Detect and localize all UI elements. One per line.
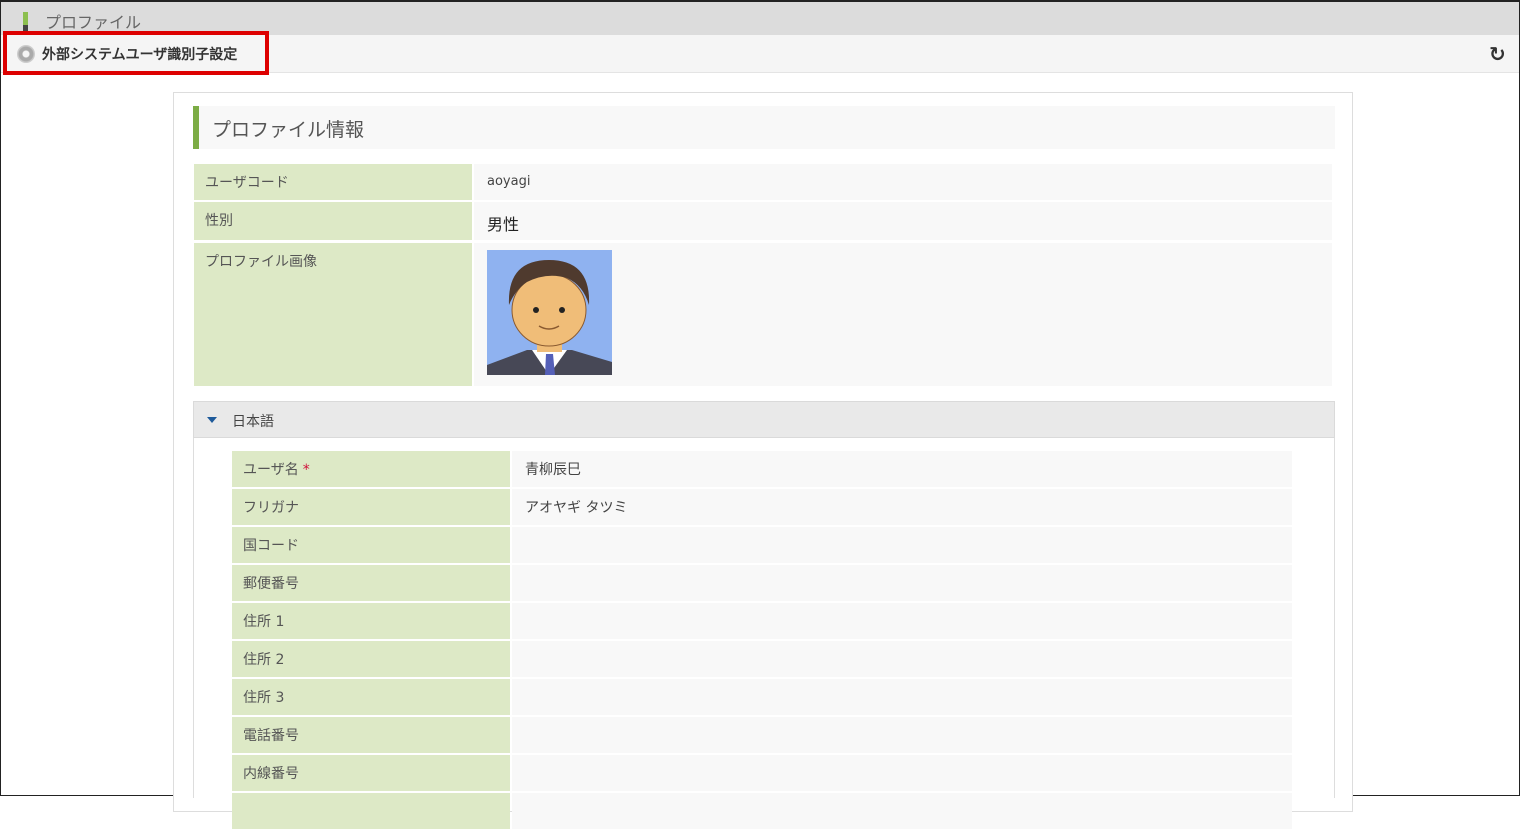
field-label-text: 電話番号	[243, 728, 299, 744]
field-label: 国コード	[232, 527, 510, 563]
field-label	[232, 793, 510, 829]
section-field-row: 住所 3	[232, 679, 1292, 715]
field-value	[512, 603, 1292, 639]
field-label: 住所 1	[232, 603, 510, 639]
field-label: 内線番号	[232, 755, 510, 791]
panel-title: プロファイル情報	[212, 119, 365, 141]
field-label-text: 国コード	[243, 538, 299, 554]
field-label-text: 住所 1	[243, 614, 285, 630]
field-value: アオヤギ タツミ	[512, 489, 1292, 525]
field-label: ユーザ名 *	[232, 451, 510, 487]
collapse-triangle-icon[interactable]	[207, 417, 217, 423]
language-section-header[interactable]: 日本語	[193, 401, 1335, 438]
field-value: aoyagi	[474, 164, 1332, 200]
field-value: 青柳辰巳	[512, 451, 1292, 487]
required-marker: *	[302, 462, 310, 478]
section-title: 日本語	[232, 414, 274, 430]
field-row-profile-image: プロファイル画像	[194, 243, 1332, 386]
field-label-text: ユーザ名	[243, 462, 299, 478]
panel-heading: プロファイル情報	[193, 106, 1335, 149]
field-label: 住所 2	[232, 641, 510, 677]
field-label-text: 内線番号	[243, 766, 299, 782]
field-value	[512, 565, 1292, 601]
field-row-user-code: ユーザコード aoyagi	[194, 164, 1332, 200]
section-field-row: 国コード	[232, 527, 1292, 563]
profile-avatar-image	[487, 250, 612, 375]
section-field-row: 内線番号	[232, 755, 1292, 791]
refresh-icon[interactable]: ↻	[1489, 42, 1506, 66]
field-label-text: フリガナ	[243, 500, 299, 516]
field-value	[512, 717, 1292, 753]
field-label: プロファイル画像	[194, 243, 472, 386]
section-field-row	[232, 793, 1292, 829]
field-value	[512, 755, 1292, 791]
field-label: 性別	[194, 202, 472, 240]
field-label-text: 住所 2	[243, 652, 285, 668]
section-field-row: 住所 2	[232, 641, 1292, 677]
gear-icon[interactable]	[17, 45, 35, 63]
field-value	[474, 243, 1332, 386]
field-row-gender: 性別 男性	[194, 202, 1332, 240]
field-value	[512, 793, 1292, 829]
section-field-row: 住所 1	[232, 603, 1292, 639]
field-value: 男性	[474, 202, 1332, 240]
section-field-row: 電話番号	[232, 717, 1292, 753]
field-label-text: 住所 3	[243, 690, 285, 706]
field-value	[512, 679, 1292, 715]
page-title: プロファイル	[45, 13, 142, 32]
field-label: 郵便番号	[232, 565, 510, 601]
section-field-row: 郵便番号	[232, 565, 1292, 601]
field-label: ユーザコード	[194, 164, 472, 200]
section-field-row: ユーザ名 * 青柳辰巳	[232, 451, 1292, 487]
field-label: フリガナ	[232, 489, 510, 525]
field-label: 電話番号	[232, 717, 510, 753]
external-user-id-settings-link[interactable]: 外部システムユーザ識別子設定	[42, 44, 237, 64]
field-label-text: 郵便番号	[243, 576, 299, 592]
field-label: 住所 3	[232, 679, 510, 715]
section-field-row: フリガナ アオヤギ タツミ	[232, 489, 1292, 525]
field-value	[512, 527, 1292, 563]
field-value	[512, 641, 1292, 677]
